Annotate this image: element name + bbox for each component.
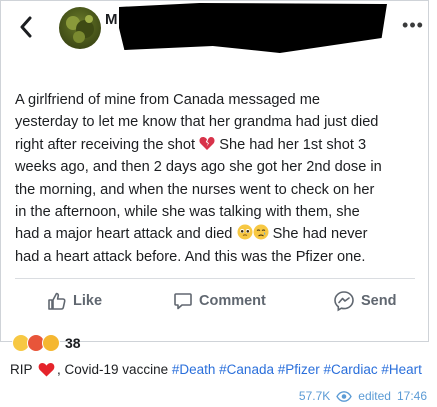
view-count: 57.7K: [298, 389, 331, 403]
care-reaction-icon: [42, 334, 60, 352]
chevron-left-icon: [20, 16, 32, 38]
hashtag-link[interactable]: #Pfizer: [278, 362, 320, 377]
hashtag-link[interactable]: #Heart: [381, 362, 422, 377]
post-meta: 57.7K edited 17:46: [299, 389, 427, 403]
post-line: weeks ago, and then 2 days ago she got h…: [15, 159, 382, 176]
more-dots-icon: •••: [402, 14, 424, 35]
author-name[interactable]: M: [105, 11, 118, 28]
avatar-image: [66, 15, 94, 43]
edited-label: edited: [358, 389, 391, 403]
crying-face-icon: [253, 224, 268, 240]
post-card: M ••• A girlfriend of mine from Canada m…: [0, 0, 429, 342]
post-text-segment: She had never: [272, 226, 368, 243]
caption-prefix: RIP: [10, 362, 33, 377]
hashtag-link[interactable]: #Cardiac: [324, 362, 378, 377]
caption: RIP , Covid-19 vaccine #Death #Canada #P…: [10, 362, 422, 377]
avatar[interactable]: [59, 7, 101, 49]
like-button[interactable]: Like: [47, 289, 102, 313]
eye-icon: [336, 390, 353, 402]
post-line: right after receiving the shot She had h…: [15, 134, 425, 156]
back-button[interactable]: [15, 13, 37, 41]
send-button[interactable]: Send: [333, 289, 396, 313]
post-line: in the afternoon, while she was talking …: [15, 204, 360, 221]
like-label: Like: [73, 293, 103, 309]
post-time: 17:46: [396, 389, 427, 403]
hashtag-link[interactable]: #Death: [172, 362, 216, 377]
post-text-segment: had a major heart attack and died: [15, 226, 233, 243]
post-line: A girlfriend of mine from Canada message…: [15, 92, 320, 108]
messenger-icon: [334, 291, 354, 312]
more-options-button[interactable]: •••: [401, 11, 425, 39]
broken-heart-icon: [199, 136, 215, 150]
comment-button[interactable]: Comment: [173, 289, 266, 313]
caption-text: , Covid-19 vaccine: [57, 362, 169, 377]
reaction-count: 38: [65, 335, 81, 351]
post-line: had a heart attack before. And this was …: [15, 248, 366, 265]
heart-icon: [38, 363, 55, 377]
post-line: the morning, and when the nurses went to…: [15, 181, 375, 198]
send-label: Send: [361, 293, 397, 309]
post-line: yesterday to let me know that her grandm…: [15, 114, 379, 131]
redaction-overlay: [119, 3, 387, 53]
comment-label: Comment: [199, 293, 266, 309]
post-header: M •••: [1, 1, 428, 63]
hashtag-link[interactable]: #Canada: [219, 362, 274, 377]
action-bar: Like Comment Send: [1, 279, 430, 323]
comment-icon: [174, 293, 192, 310]
reactions-summary[interactable]: 38: [12, 334, 81, 352]
pleading-face-icon: [237, 224, 252, 240]
post-line: had a major heart attack and died She ha…: [15, 223, 425, 245]
thumbs-up-icon: [48, 292, 66, 310]
post-text-segment: She had her 1st shot 3: [219, 136, 367, 153]
post-text-segment: right after receiving the shot: [15, 136, 196, 153]
post-body: A girlfriend of mine from Canada message…: [15, 89, 425, 268]
